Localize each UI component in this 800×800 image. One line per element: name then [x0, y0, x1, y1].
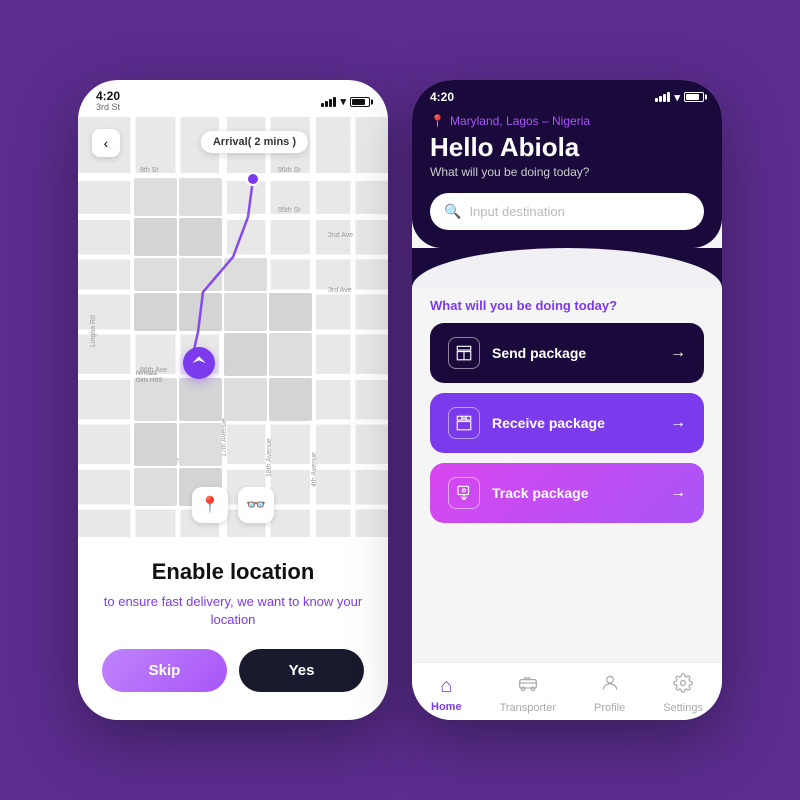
svg-text:96th St: 96th St	[278, 167, 300, 174]
wifi-icon: ▾	[340, 95, 346, 108]
header-subtitle: What will you be doing today?	[430, 165, 704, 179]
svg-text:18th Avenue: 18th Avenue	[266, 438, 273, 477]
location-row: 📍 Maryland, Lagos – Nigeria	[430, 114, 704, 128]
location-button[interactable]: 📍	[192, 487, 228, 523]
search-bar[interactable]: 🔍 Input destination	[430, 193, 704, 230]
settings-nav-icon	[673, 673, 693, 699]
search-icon: 🔍	[444, 203, 461, 220]
status-icons-right: ▾	[655, 91, 704, 104]
home-nav-label: Home	[431, 701, 462, 713]
settings-nav-label: Settings	[663, 702, 703, 714]
nav-item-profile[interactable]: Profile	[594, 673, 625, 714]
enable-location-buttons: Skip Yes	[102, 649, 364, 692]
search-placeholder: Input destination	[469, 204, 564, 219]
bottom-nav: ⌂ Home Transporter	[412, 662, 722, 720]
transporter-nav-icon	[518, 673, 538, 699]
wifi-icon-right: ▾	[674, 91, 680, 104]
service-section-title: What will you be doing today?	[430, 298, 704, 313]
street-left: 3rd St	[96, 103, 120, 113]
track-package-button[interactable]: Track package →	[430, 463, 704, 523]
transporter-nav-label: Transporter	[500, 702, 556, 714]
map-controls: 📍 👓	[192, 487, 274, 523]
send-button-left: Send package	[448, 337, 586, 369]
svg-text:Nirmala: Nirmala	[136, 371, 157, 377]
send-icon	[448, 337, 480, 369]
nav-item-home[interactable]: ⌂ Home	[431, 675, 462, 713]
enable-location-title: Enable location	[102, 559, 364, 585]
svg-text:17th Avenue: 17th Avenue	[221, 418, 228, 457]
svg-text:9th St: 9th St	[140, 167, 158, 174]
skip-button[interactable]: Skip	[102, 649, 227, 692]
nav-item-settings[interactable]: Settings	[663, 673, 703, 714]
svg-text:2nd Ave: 2nd Ave	[328, 232, 353, 239]
map-area: 9th St 96th St 95th St 2nd Ave 86th Stre…	[78, 117, 388, 537]
battery-icon-right	[684, 92, 704, 102]
location-pin-icon: 📍	[430, 114, 445, 128]
arrival-badge: Arrival( 2 mins )	[201, 131, 308, 153]
receive-package-button[interactable]: Receive package →	[430, 393, 704, 453]
greeting-text: Hello Abiola	[430, 132, 704, 163]
header-section: 📍 Maryland, Lagos – Nigeria Hello Abiola…	[412, 108, 722, 248]
svg-text:3rd Ave: 3rd Ave	[328, 287, 352, 294]
status-bar-left: 4:20 3rd St ▾	[78, 80, 388, 117]
status-bar-right: 4:20 ▾	[412, 80, 722, 108]
svg-text:Girls HSS: Girls HSS	[136, 378, 162, 384]
receive-button-left: Receive package	[448, 407, 605, 439]
phone-left: 4:20 3rd St ▾	[78, 80, 388, 720]
svg-text:Lingba Rd: Lingba Rd	[90, 315, 97, 347]
map-svg: 9th St 96th St 95th St 2nd Ave 86th Stre…	[78, 117, 388, 537]
svg-text:4th Avenue: 4th Avenue	[311, 452, 318, 487]
vr-button[interactable]: 👓	[238, 487, 274, 523]
location-text: Maryland, Lagos – Nigeria	[450, 114, 590, 128]
phone-right: 4:20 ▾ 📍 Maryland, Lagos – Nigeria	[412, 80, 722, 720]
back-button[interactable]: ‹	[92, 129, 120, 157]
service-section: What will you be doing today? Send packa…	[412, 288, 722, 710]
track-arrow-icon: →	[670, 484, 686, 502]
profile-nav-icon	[600, 673, 620, 699]
enable-location-panel: Enable location to ensure fast delivery,…	[78, 537, 388, 712]
track-icon	[448, 477, 480, 509]
send-package-button[interactable]: Send package →	[430, 323, 704, 383]
home-nav-icon: ⌂	[440, 675, 452, 698]
track-button-left: Track package	[448, 477, 589, 509]
send-arrow-icon: →	[670, 344, 686, 362]
send-label: Send package	[492, 345, 586, 361]
signal-icon-right	[655, 92, 670, 102]
receive-label: Receive package	[492, 415, 605, 431]
svg-text:95th St: 95th St	[278, 207, 300, 214]
time-right: 4:20	[430, 90, 454, 104]
profile-nav-label: Profile	[594, 702, 625, 714]
signal-icon	[321, 97, 336, 107]
yes-button[interactable]: Yes	[239, 649, 364, 692]
nav-item-transporter[interactable]: Transporter	[500, 673, 556, 714]
receive-arrow-icon: →	[670, 414, 686, 432]
receive-icon	[448, 407, 480, 439]
enable-location-subtitle: to ensure fast delivery, we want to know…	[102, 593, 364, 629]
status-icons-left: ▾	[321, 95, 370, 108]
curved-separator	[412, 248, 722, 288]
track-label: Track package	[492, 485, 589, 501]
battery-icon	[350, 97, 370, 107]
phones-container: 4:20 3rd St ▾	[78, 80, 722, 720]
